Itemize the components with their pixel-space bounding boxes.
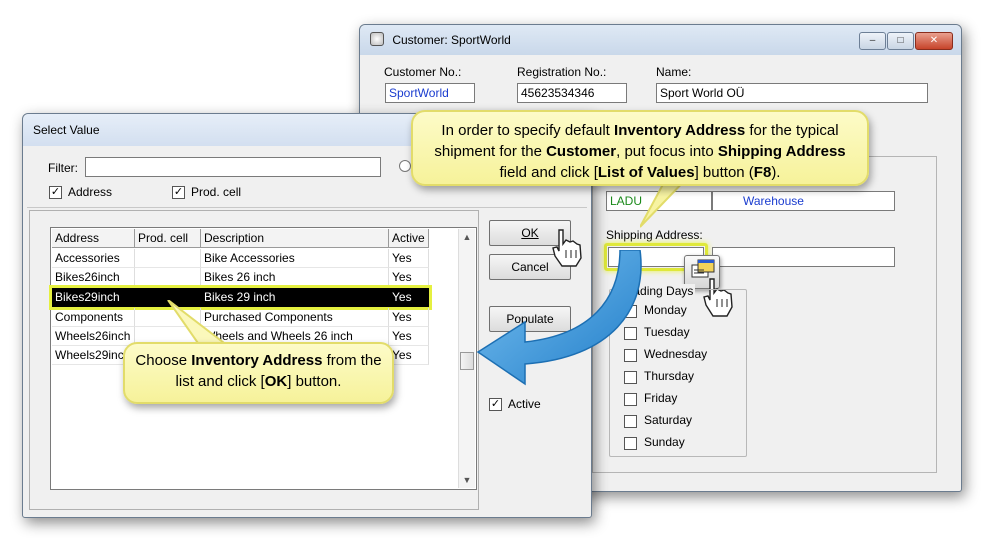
maximize-button[interactable]: □	[887, 32, 914, 50]
filter-input[interactable]	[85, 157, 381, 177]
friday-checkbox[interactable]	[624, 393, 637, 406]
cell-active: Yes	[389, 288, 429, 307]
cell-address: Components	[52, 308, 135, 327]
cell-address: Accessories	[52, 249, 135, 268]
customer-window-title: Customer: SportWorld	[392, 33, 511, 47]
col-header-prodcell[interactable]: Prod. cell	[135, 229, 201, 248]
cell-active: Yes	[389, 249, 429, 268]
name-field[interactable]: Sport World OÜ	[656, 83, 928, 103]
cell-address: Wheels26inch	[52, 327, 135, 346]
sunday-label: Sunday	[644, 435, 685, 449]
registration-no-label: Registration No.:	[517, 65, 607, 79]
cell-description: Bike Accessories	[201, 249, 389, 268]
table-row-selected[interactable]: Bikes29inch Bikes 29 inch Yes	[49, 285, 432, 310]
scroll-down-icon[interactable]: ▼	[459, 472, 475, 488]
cell-active: Yes	[389, 308, 429, 327]
scroll-up-icon[interactable]: ▲	[459, 229, 475, 245]
prodcell-checkbox[interactable]: ✓	[172, 186, 185, 199]
callout-bold-text: Customer	[546, 143, 617, 160]
sunday-checkbox[interactable]	[624, 437, 637, 450]
cell-description: Bikes 26 inch	[201, 268, 389, 287]
cell-active: Yes	[389, 346, 429, 365]
customer-titlebar: Customer: SportWorld – □ ✕	[360, 25, 961, 55]
active-checkbox[interactable]: ✓	[489, 398, 502, 411]
instruction-callout-bottom: Choose Inventory Address from the list a…	[123, 342, 394, 404]
callout-text: In order to specify default	[441, 122, 615, 139]
col-header-active[interactable]: Active	[389, 229, 429, 248]
saturday-label: Saturday	[644, 413, 693, 427]
callout-text: Choose	[135, 352, 192, 369]
cell-address: Bikes26inch	[52, 268, 135, 287]
shipping-address-description-field[interactable]	[712, 247, 895, 267]
customer-no-field[interactable]: SportWorld	[385, 83, 475, 103]
callout-bold-text: Inventory Address	[191, 352, 323, 369]
table-row[interactable]: Accessories Bike Accessories Yes	[52, 249, 429, 268]
callout-bold-text: Shipping Address	[717, 143, 846, 160]
callout-bold-text: List of Values	[597, 164, 695, 181]
address-check-label: Address	[68, 185, 113, 199]
callout-text: field and click [	[499, 164, 598, 181]
callout-bold-text: OK	[264, 373, 288, 390]
active-check-label: Active	[508, 397, 541, 411]
saturday-checkbox[interactable]	[624, 415, 637, 428]
callout-text: , put focus into	[616, 143, 718, 160]
grid-header: Address Prod. cell Description Active	[52, 229, 429, 248]
location-name-field[interactable]: Warehouse	[712, 191, 895, 211]
customer-no-label: Customer No.:	[384, 65, 462, 79]
col-header-address[interactable]: Address	[52, 229, 135, 248]
cell-active: Yes	[389, 268, 429, 287]
callout-text: ] button (	[694, 164, 754, 181]
cell-prodcell	[135, 268, 201, 287]
prodcell-check-label: Prod. cell	[191, 185, 242, 199]
callout-text: ] button.	[287, 373, 342, 390]
callout-text: ).	[771, 164, 781, 181]
col-header-description[interactable]: Description	[201, 229, 389, 248]
close-button[interactable]: ✕	[915, 32, 953, 50]
table-row[interactable]: Bikes26inch Bikes 26 inch Yes	[52, 268, 429, 287]
minimize-button[interactable]: –	[859, 32, 886, 50]
friday-label: Friday	[644, 391, 678, 405]
filter-label: Filter:	[48, 161, 78, 175]
cell-active: Yes	[389, 327, 429, 346]
address-checkbox[interactable]: ✓	[49, 186, 62, 199]
cell-prodcell	[135, 249, 201, 268]
registration-no-field[interactable]: 45623534346	[517, 83, 627, 103]
filter-radio[interactable]	[399, 160, 411, 172]
ok-button-label: OK	[521, 226, 539, 240]
instruction-callout-top: In order to specify default Inventory Ad…	[411, 110, 869, 186]
callout-bold-text: F8	[753, 164, 772, 181]
callout-bold-text: Inventory Address	[614, 122, 746, 139]
blue-curved-arrow-icon	[476, 250, 642, 386]
app-icon	[370, 32, 384, 46]
name-label: Name:	[656, 65, 692, 79]
cell-address: Bikes29inch	[52, 288, 135, 307]
table-row[interactable]: Components Purchased Components Yes	[52, 308, 429, 327]
select-value-title: Select Value	[33, 123, 100, 137]
